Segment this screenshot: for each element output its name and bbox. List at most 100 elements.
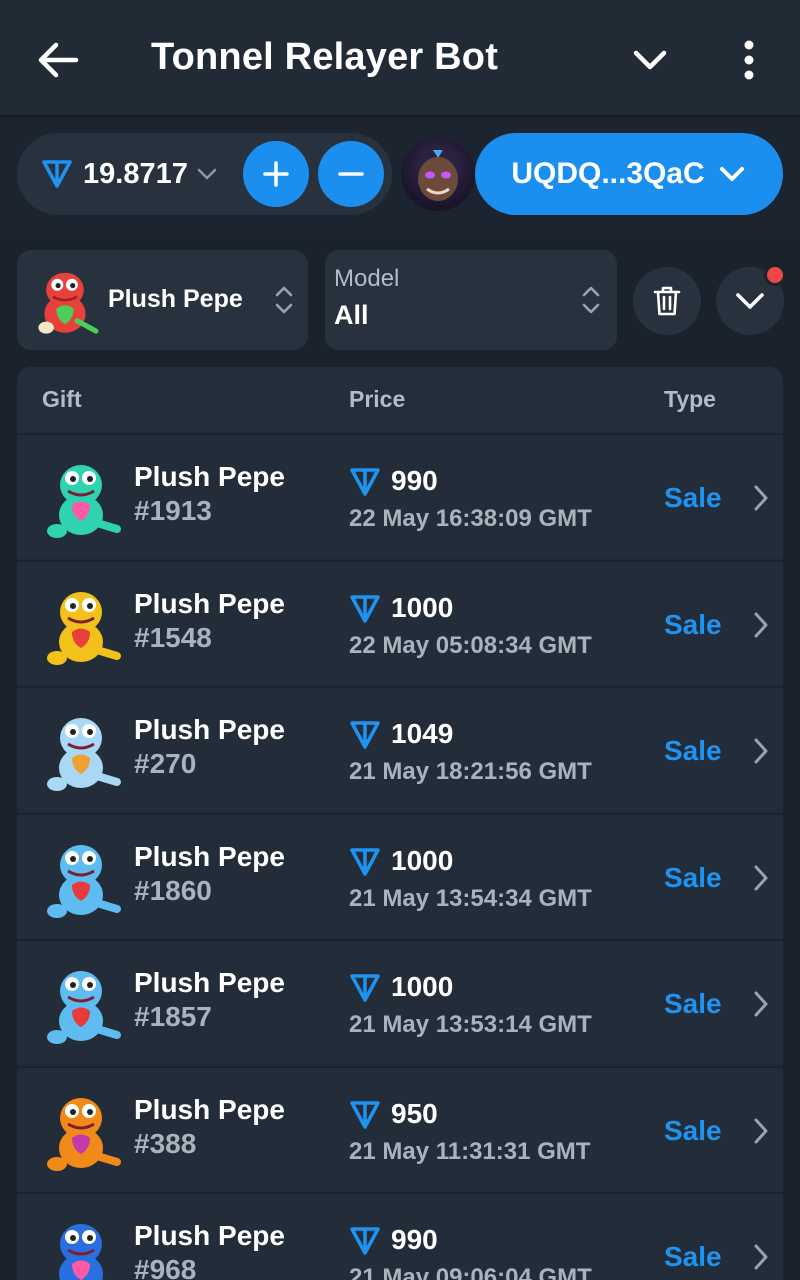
chevron-right-icon	[754, 1244, 768, 1270]
chevron-right-icon	[754, 612, 768, 637]
table-row[interactable]: Plush Pepe #1857 1000 21 May 13:53:14 GM…	[17, 939, 783, 1064]
wallet-address-button[interactable]: UQDQ...3QaC	[475, 133, 783, 215]
chevron-down-icon	[197, 168, 217, 180]
gift-number: #1860	[134, 874, 212, 906]
balance-selector[interactable]: 19.8717	[41, 155, 220, 193]
gift-name: Plush Pepe	[134, 840, 285, 872]
chevron-right-icon	[754, 991, 768, 1017]
arrow-left-icon	[38, 42, 79, 78]
type-label: Sale	[664, 1241, 722, 1272]
ton-icon	[350, 1100, 380, 1129]
avatar[interactable]	[401, 137, 475, 211]
withdraw-button[interactable]	[318, 141, 384, 207]
price-date: 21 May 13:54:34 GMT	[349, 884, 592, 912]
ton-icon	[350, 847, 380, 876]
gift-name: Plush Pepe	[134, 1220, 285, 1251]
chevron-right-icon	[754, 1118, 768, 1143]
deposit-button[interactable]	[243, 141, 309, 207]
table-row[interactable]: Plush Pepe #270 1049 21 May 18:21:56 GMT…	[17, 686, 783, 811]
gift-filter-select[interactable]: Plush Pepe	[17, 250, 308, 350]
gift-name: Plush Pepe	[134, 967, 285, 998]
type-label: Sale	[664, 482, 722, 513]
more-vertical-icon	[744, 40, 754, 80]
price-value: 990	[391, 465, 438, 496]
price-value: 950	[391, 1097, 438, 1129]
notification-dot	[764, 264, 786, 286]
gift-number: #1913	[134, 495, 212, 526]
table-row[interactable]: Plush Pepe #1913 990 22 May 16:38:09 GMT…	[17, 433, 783, 558]
more-menu-button[interactable]	[735, 38, 763, 82]
price-value: 1000	[391, 591, 454, 623]
more-filters-button[interactable]	[716, 264, 786, 335]
plush-pepe-icon	[47, 718, 121, 791]
table-row[interactable]: Plush Pepe #1860 1000 21 May 13:54:34 GM…	[17, 812, 783, 938]
model-filter-caption: Model	[334, 265, 400, 292]
plush-pepe-icon	[47, 844, 121, 918]
ton-icon	[350, 721, 380, 749]
price-date: 22 May 05:08:34 GMT	[349, 631, 592, 659]
back-button[interactable]	[36, 38, 80, 82]
price-value: 1000	[391, 971, 454, 1002]
table-row[interactable]: Plush Pepe #1548 1000 22 May 05:08:34 GM…	[17, 559, 783, 685]
gift-name: Plush Pepe	[134, 587, 285, 619]
plush-pepe-icon	[47, 1097, 121, 1171]
gift-number: #968	[134, 1254, 197, 1280]
sort-updown-icon	[582, 286, 600, 314]
price-date: 21 May 11:31:31 GMT	[349, 1137, 591, 1165]
price-date: 21 May 18:21:56 GMT	[349, 758, 592, 785]
type-label: Sale	[664, 608, 722, 640]
gift-name: Plush Pepe	[134, 714, 285, 745]
app-header: Tonnel Relayer Bot	[0, 0, 800, 117]
avatar-image	[411, 143, 465, 211]
price-date: 22 May 16:38:09 GMT	[349, 505, 592, 532]
chevron-down-icon	[736, 293, 764, 309]
chevron-right-icon	[754, 738, 768, 764]
ton-icon	[350, 594, 380, 623]
minus-icon	[338, 172, 364, 176]
chevron-right-icon	[754, 865, 768, 890]
ton-icon	[350, 974, 380, 1002]
ton-icon	[350, 468, 380, 496]
gift-number: #388	[134, 1127, 197, 1159]
price-value: 1000	[391, 844, 454, 876]
activity-table: Gift Price Type Plush Pepe #1913 990 22 …	[17, 367, 783, 1280]
column-header-price: Price	[349, 386, 406, 412]
table-row[interactable]: Plush Pepe #968 990 21 May 09:06:04 GMT …	[17, 1192, 783, 1280]
gift-number: #1857	[134, 1001, 212, 1032]
table-row[interactable]: Plush Pepe #388 950 21 May 11:31:31 GMT …	[17, 1065, 783, 1191]
plush-pepe-icon	[47, 465, 121, 538]
gift-number: #270	[134, 748, 197, 779]
type-label: Sale	[664, 1114, 722, 1146]
type-label: Sale	[664, 861, 722, 893]
gift-name: Plush Pepe	[134, 461, 285, 492]
balance-pill: 19.8717	[17, 133, 392, 215]
plush-pepe-icon	[47, 591, 121, 665]
clear-filters-button[interactable]	[633, 267, 701, 335]
ton-icon	[42, 160, 72, 188]
wallet-bar: 19.8717 UQDQ...3QaC	[0, 119, 800, 234]
plush-pepe-icon	[38, 272, 99, 334]
plus-icon	[263, 161, 289, 187]
price-value: 1049	[391, 718, 454, 749]
model-filter-select[interactable]: Model All	[325, 250, 617, 350]
ton-icon	[350, 1227, 380, 1255]
gift-number: #1548	[134, 621, 212, 653]
trash-icon	[653, 286, 681, 316]
chevron-down-icon	[633, 50, 667, 70]
column-header-gift: Gift	[42, 386, 82, 412]
chevron-down-icon	[719, 167, 744, 181]
page-title: Tonnel Relayer Bot	[151, 36, 499, 78]
model-filter-value: All	[334, 300, 369, 330]
header-dropdown-button[interactable]	[630, 42, 670, 78]
table-header: Gift Price Type	[17, 367, 783, 433]
gift-name: Plush Pepe	[134, 1093, 285, 1125]
sort-updown-icon	[275, 286, 293, 314]
plush-pepe-icon	[47, 971, 121, 1044]
price-date: 21 May 13:53:14 GMT	[349, 1011, 592, 1038]
gift-filter-label: Plush Pepe	[108, 285, 243, 313]
plush-pepe-icon	[59, 1224, 105, 1280]
column-header-type: Type	[664, 386, 716, 412]
price-date: 21 May 09:06:04 GMT	[349, 1264, 592, 1280]
balance-amount: 19.8717	[83, 157, 188, 190]
price-value: 990	[391, 1224, 438, 1255]
